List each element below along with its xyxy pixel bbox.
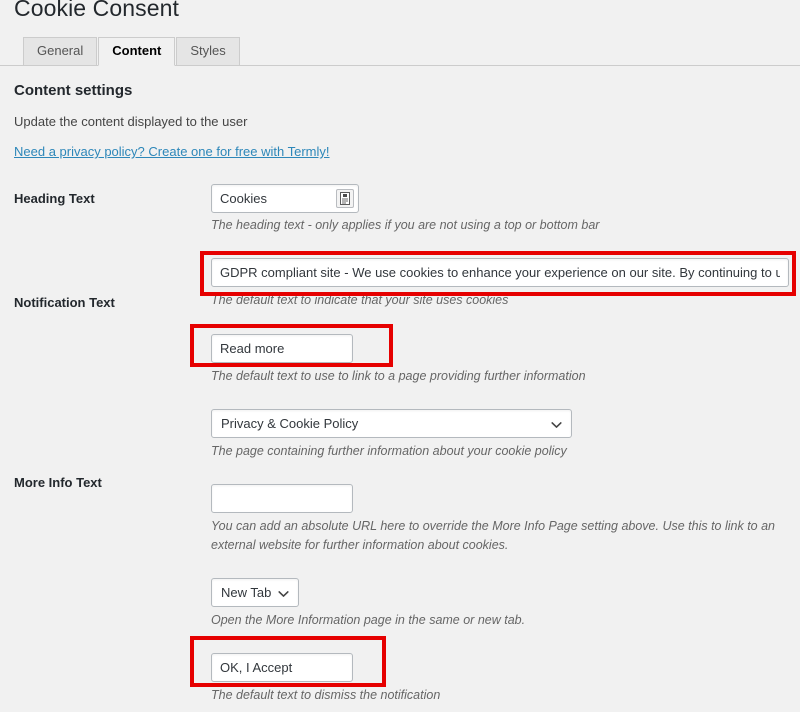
field-more-info-target: New Tab bbox=[211, 578, 299, 607]
hint-more-info-url: You can add an absolute URL here to over… bbox=[211, 519, 776, 552]
tab-styles[interactable]: Styles bbox=[176, 37, 240, 66]
section-title: Content settings bbox=[14, 82, 133, 99]
label-notification-text: Notification Text bbox=[14, 295, 115, 310]
more-info-url-input[interactable] bbox=[211, 484, 353, 513]
chevron-down-icon bbox=[551, 418, 562, 429]
more-info-target-select[interactable]: New Tab bbox=[211, 578, 299, 607]
field-notification-text bbox=[211, 258, 789, 287]
field-accept-text bbox=[211, 653, 353, 682]
privacy-policy-link[interactable]: Need a privacy policy? Create one for fr… bbox=[14, 143, 330, 161]
row-heading-text: Heading Text bbox=[0, 178, 800, 208]
label-heading-text: Heading Text bbox=[14, 191, 95, 206]
row-more-info-text: More Info Text bbox=[0, 312, 800, 492]
tab-general[interactable]: General bbox=[23, 37, 98, 66]
notification-text-input[interactable] bbox=[211, 258, 789, 287]
content-settings-form: Heading Text Notification Text More Info… bbox=[0, 178, 800, 712]
heading-text-input-wrap bbox=[211, 184, 359, 213]
accept-text-input[interactable] bbox=[211, 653, 353, 682]
hint-more-info-page: The page containing further information … bbox=[211, 444, 567, 458]
tab-content[interactable]: Content bbox=[98, 37, 176, 66]
hint-more-info-text: The default text to use to link to a pag… bbox=[211, 369, 586, 383]
hint-accept-text: The default text to dismiss the notifica… bbox=[211, 688, 441, 702]
tab-list: General Content Styles bbox=[23, 37, 241, 66]
insert-media-icon[interactable] bbox=[336, 189, 354, 208]
hint-heading-text: The heading text - only applies if you a… bbox=[211, 218, 600, 232]
label-more-info-text: More Info Text bbox=[14, 475, 102, 490]
cookie-consent-settings-screen: Cookie Consent General Content Styles Co… bbox=[0, 0, 800, 712]
tab-bar: General Content Styles bbox=[0, 37, 800, 66]
more-info-page-value: Privacy & Cookie Policy bbox=[221, 416, 359, 431]
page-title: Cookie Consent bbox=[14, 0, 180, 21]
field-more-info-text bbox=[211, 334, 353, 363]
label-more-info-page: More Info Page bbox=[0, 492, 200, 712]
field-heading-text bbox=[211, 184, 359, 213]
field-more-info-url bbox=[211, 484, 353, 513]
more-info-page-select[interactable]: Privacy & Cookie Policy bbox=[211, 409, 572, 438]
more-info-text-input[interactable] bbox=[211, 334, 353, 363]
more-info-target-value: New Tab bbox=[221, 585, 272, 600]
field-more-info-page: Privacy & Cookie Policy bbox=[211, 409, 572, 438]
hint-notification-text: The default text to indicate that your s… bbox=[211, 293, 509, 307]
section-description: Update the content displayed to the user bbox=[14, 114, 248, 129]
chevron-down-icon bbox=[278, 587, 289, 598]
hint-more-info-target: Open the More Information page in the sa… bbox=[211, 613, 526, 627]
